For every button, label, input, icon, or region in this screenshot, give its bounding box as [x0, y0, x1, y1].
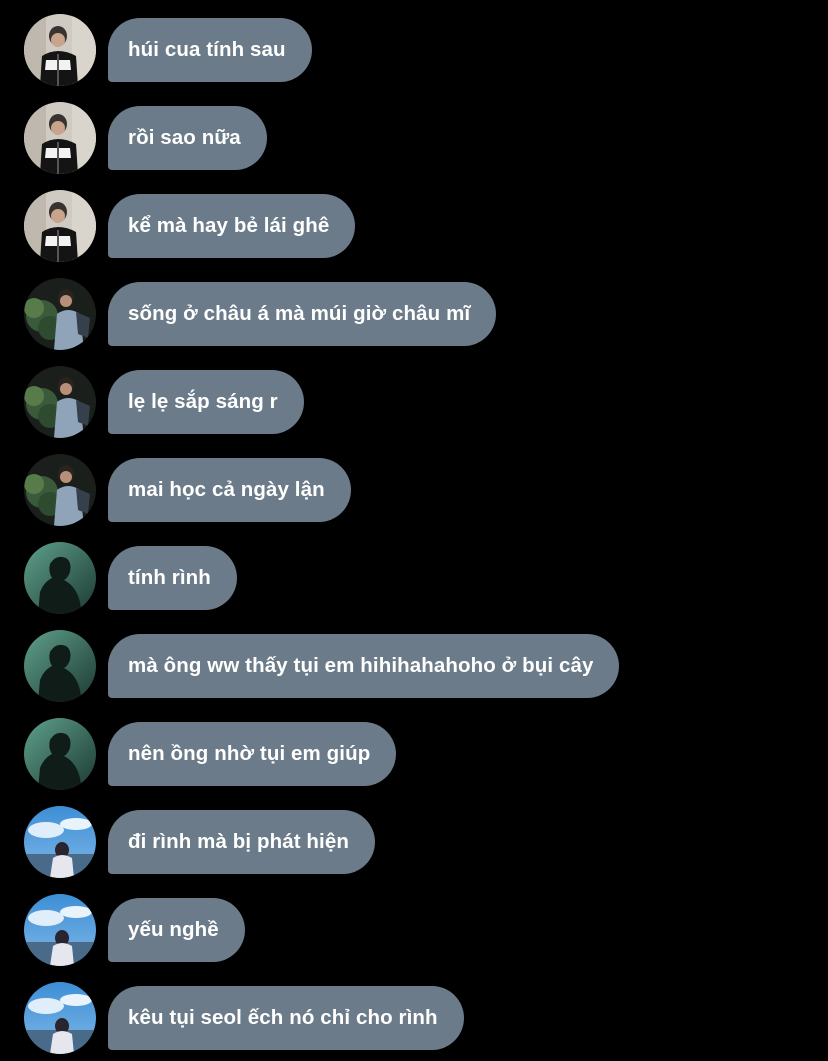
message-row: đi rình mà bị phát hiện — [24, 806, 375, 878]
avatar-boy-tree-night[interactable] — [24, 366, 96, 438]
avatar-silhouette-teal[interactable] — [24, 630, 96, 702]
message-row: kể mà hay bẻ lái ghê — [24, 190, 356, 262]
avatar-silhouette-teal[interactable] — [24, 718, 96, 790]
message-row: kêu tụi seol ếch nó chỉ cho rình — [24, 982, 464, 1054]
message-bubble[interactable]: tính rình — [108, 546, 237, 610]
message-bubble[interactable]: húi cua tính sau — [108, 18, 312, 82]
message-row: tính rình — [24, 542, 237, 614]
message-row: mai học cả ngày lận — [24, 454, 351, 526]
message-bubble[interactable]: lẹ lẹ sắp sáng r — [108, 370, 304, 434]
message-row: sống ở châu á mà múi giờ châu mĩ — [24, 278, 497, 350]
avatar-boy-black-jacket[interactable] — [24, 102, 96, 174]
message-bubble[interactable]: nên ồng nhờ tụi em giúp — [108, 722, 397, 786]
avatar-silhouette-teal[interactable] — [24, 542, 96, 614]
message-row: nên ồng nhờ tụi em giúp — [24, 718, 397, 790]
message-bubble[interactable]: rồi sao nữa — [108, 106, 267, 170]
avatar-girl-blue-sky[interactable] — [24, 894, 96, 966]
avatar-girl-blue-sky[interactable] — [24, 806, 96, 878]
avatar-boy-black-jacket[interactable] — [24, 14, 96, 86]
message-bubble[interactable]: kể mà hay bẻ lái ghê — [108, 194, 356, 258]
message-row: lẹ lẹ sắp sáng r — [24, 366, 304, 438]
message-bubble[interactable]: sống ở châu á mà múi giờ châu mĩ — [108, 282, 497, 346]
message-bubble[interactable]: đi rình mà bị phát hiện — [108, 810, 375, 874]
message-row: húi cua tính sau — [24, 14, 312, 86]
message-bubble[interactable]: kêu tụi seol ếch nó chỉ cho rình — [108, 986, 464, 1050]
avatar-boy-black-jacket[interactable] — [24, 190, 96, 262]
message-row: yếu nghề — [24, 894, 245, 966]
message-bubble[interactable]: mà ông ww thấy tụi em hihihahahoho ở bụi… — [108, 634, 620, 698]
message-bubble[interactable]: yếu nghề — [108, 898, 245, 962]
avatar-girl-blue-sky[interactable] — [24, 982, 96, 1054]
chat-message-list: húi cua tính sau rồi sao nữa kể mà hay b… — [0, 0, 828, 1061]
message-row: mà ông ww thấy tụi em hihihahahoho ở bụi… — [24, 630, 620, 702]
message-row: rồi sao nữa — [24, 102, 267, 174]
avatar-boy-tree-night[interactable] — [24, 454, 96, 526]
avatar-boy-tree-night[interactable] — [24, 278, 96, 350]
message-bubble[interactable]: mai học cả ngày lận — [108, 458, 351, 522]
